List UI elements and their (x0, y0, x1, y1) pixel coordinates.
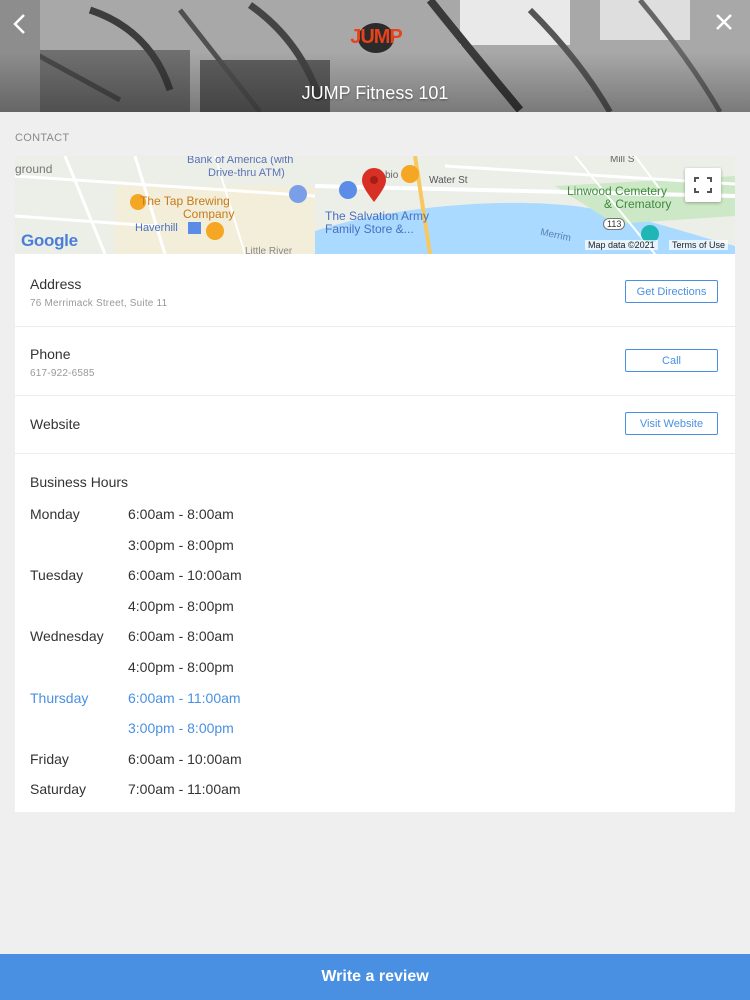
close-icon (716, 14, 732, 30)
map-label-salvation: The Salvation Army (325, 209, 430, 223)
header-banner: JUMP JUMP Fitness 101 (0, 0, 750, 112)
phone-label: Phone (30, 346, 71, 362)
hours-day: Wednesday (30, 628, 104, 645)
map-terms-link[interactable]: Terms of Use (669, 240, 729, 250)
section-label-contact: CONTACT (15, 132, 70, 144)
map-data-credit: Map data ©2021 (585, 240, 658, 250)
hours-time: 3:00pm - 8:00pm (128, 720, 234, 737)
contact-card: Address 76 Merrimack Street, Suite 11 Ge… (15, 254, 735, 812)
hours-line: 4:00pm - 8:00pm (30, 590, 720, 621)
address-label: Address (30, 276, 82, 292)
business-hours-list: Monday 6:00am - 8:00am 3:00pm - 8:00pm Tu… (30, 498, 720, 804)
phone-value: 617-922-6585 (30, 368, 95, 379)
hours-day: Friday (30, 750, 69, 767)
address-value: 76 Merrimack Street, Suite 11 (30, 298, 168, 309)
hours-line: Tuesday 6:00am - 10:00am (30, 559, 720, 590)
hours-line-today: 3:00pm - 8:00pm (30, 712, 720, 743)
hours-day: Tuesday (30, 567, 84, 584)
hours-time: 7:00am - 11:00am (128, 781, 241, 798)
website-row: Website Visit Website (15, 396, 735, 454)
map-label-route: 113 (603, 218, 626, 230)
write-review-button[interactable]: Write a review (0, 954, 750, 1000)
hours-time: 6:00am - 8:00am (128, 506, 234, 522)
gym-logo: JUMP (348, 22, 404, 54)
hours-time: 4:00pm - 8:00pm (128, 658, 234, 675)
hours-line: Friday 6:00am - 10:00am (30, 743, 720, 774)
map-label-bank-line2: Drive-thru ATM) (208, 167, 285, 179)
map-label-salvation-line2: Family Store &... (325, 222, 414, 236)
map-label-tap-line2: Company (183, 207, 235, 221)
fullscreen-icon (694, 177, 712, 193)
map-label-bank: Bank of America (with (187, 156, 294, 166)
hours-line: Monday 6:00am - 8:00am (30, 498, 720, 529)
hours-line: 3:00pm - 8:00pm (30, 529, 720, 560)
chevron-left-icon (13, 14, 25, 34)
hours-time: 6:00am - 11:00am (128, 689, 241, 706)
hours-time: 6:00am - 10:00am (128, 750, 242, 767)
map-label-ground: ground (15, 162, 53, 176)
page-title: JUMP Fitness 101 (301, 83, 449, 103)
hours-line: Wednesday 6:00am - 8:00am (30, 620, 720, 651)
map-label-bio: bio (385, 170, 399, 181)
website-label: Website (30, 416, 81, 432)
hours-line: 4:00pm - 8:00pm (30, 651, 720, 682)
hours-time: 6:00am - 10:00am (128, 567, 242, 584)
close-button[interactable] (710, 8, 738, 36)
location-map[interactable]: Bank of America (with Drive-thru ATM) gr… (15, 156, 735, 254)
hours-time: 6:00am - 8:00am (128, 628, 234, 645)
hours-time: 3:00pm - 8:00pm (128, 536, 234, 553)
google-logo: Google (21, 231, 78, 250)
visit-website-button[interactable]: Visit Website (625, 412, 718, 435)
call-button[interactable]: Call (625, 349, 718, 372)
map-fullscreen-button[interactable] (685, 168, 721, 202)
map-label-water-st: Water St (429, 175, 468, 186)
map-label-mill-st: Mill S (610, 156, 635, 165)
business-hours-title: Business Hours (30, 474, 129, 490)
map-label-haverhill: Haverhill (135, 222, 178, 234)
back-button[interactable] (4, 8, 36, 40)
hours-line-today: Thursday 6:00am - 11:00am (30, 682, 720, 713)
map-label-linwood: Linwood Cemetery (567, 184, 668, 198)
hours-line: Saturday 7:00am - 11:00am (30, 773, 720, 804)
map-label-little-river: Little River (245, 246, 293, 254)
hours-day: Saturday (30, 781, 87, 798)
hours-day: Thursday (30, 689, 89, 706)
address-row: Address 76 Merrimack Street, Suite 11 Ge… (15, 254, 735, 327)
hours-time: 4:00pm - 8:00pm (128, 597, 234, 614)
map-label-tap: The Tap Brewing (140, 194, 230, 208)
logo-text: JUMP (350, 26, 403, 48)
get-directions-button[interactable]: Get Directions (625, 280, 718, 303)
hours-day: Monday (30, 506, 80, 522)
phone-row: Phone 617-922-6585 Call (15, 327, 735, 396)
map-label-linwood-line2: & Crematory (604, 197, 672, 211)
